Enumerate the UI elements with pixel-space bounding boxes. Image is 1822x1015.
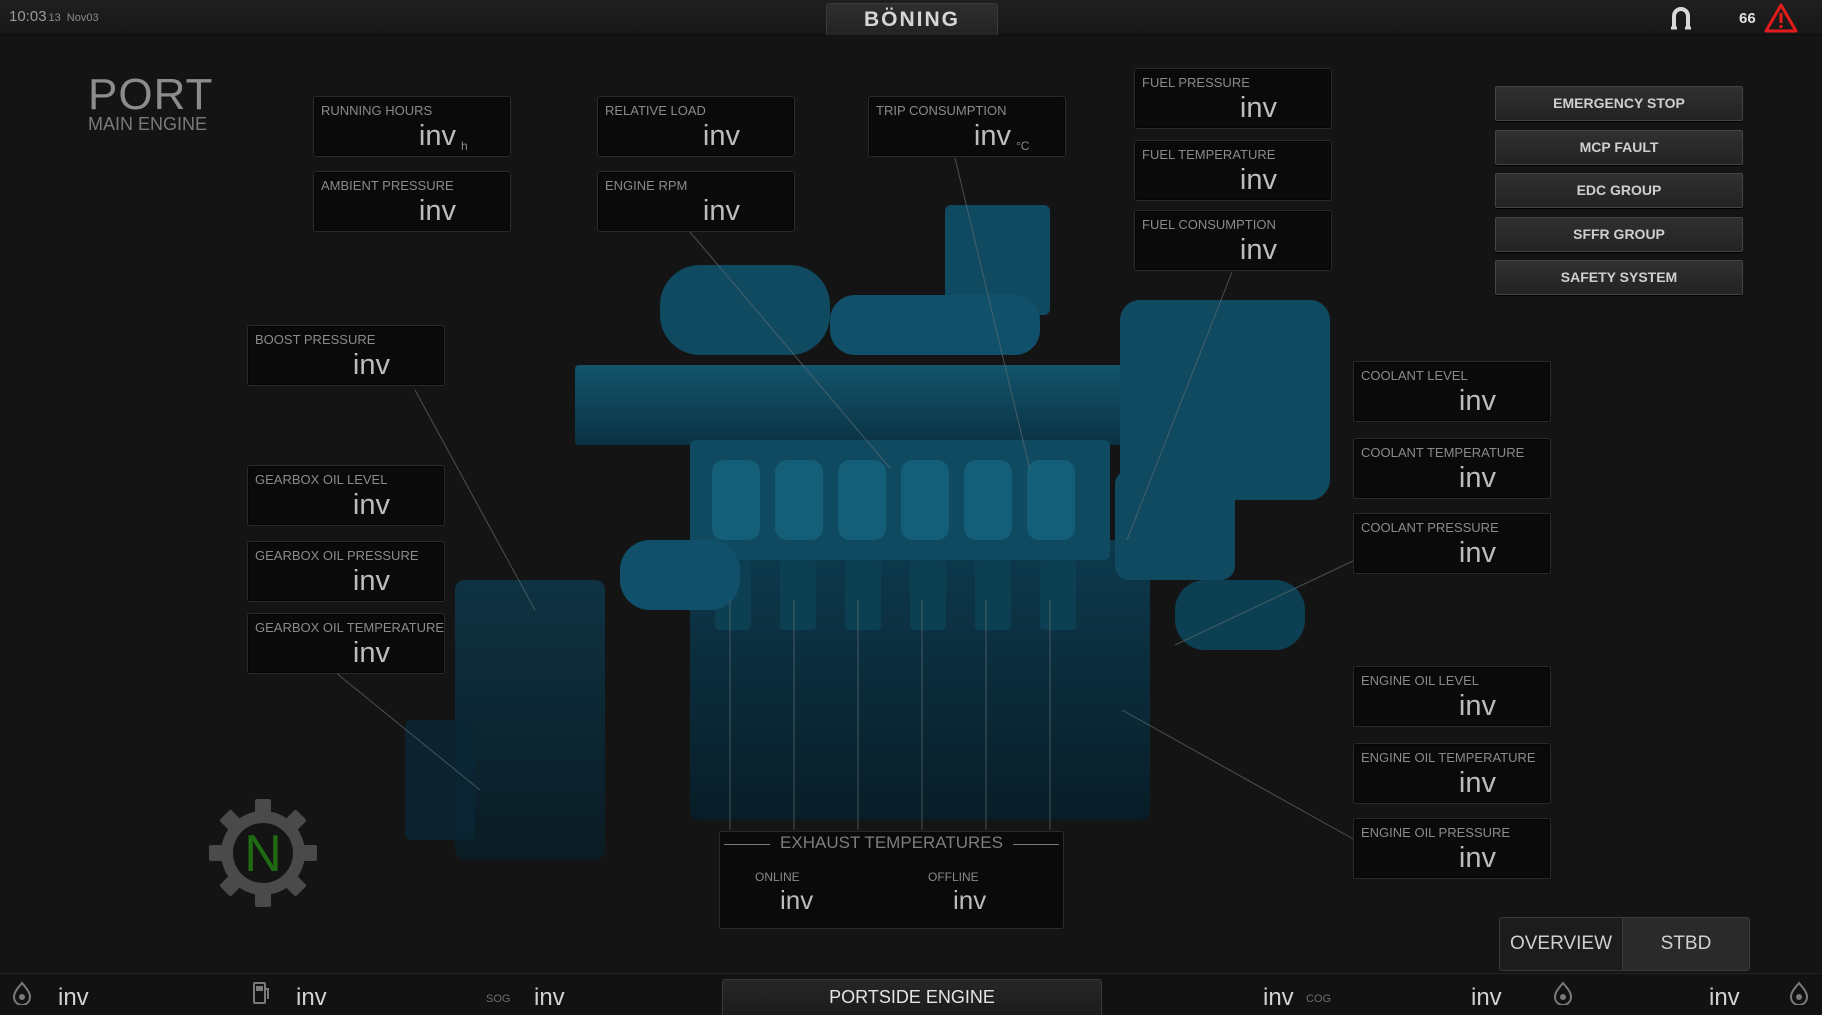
panel-label: GEARBOX OIL LEVEL [255,472,388,487]
gear-value: N [244,825,282,883]
panel-value: inv [352,565,390,597]
gear-icon: N [209,799,317,907]
engine-icon [1552,981,1574,1010]
panel-label: TRIP CONSUMPTION [876,103,1007,118]
panel-engine-oil-temperature: ENGINE OIL TEMPERATURE inv [1353,743,1551,804]
panel-value: inv [352,489,390,521]
view-tabs: OVERVIEW STBD [1499,917,1750,971]
bottom-status-bar: inv inv SOG inv PORTSIDE ENGINE inv COG … [0,973,1822,1015]
emergency-stop-button[interactable]: EMERGENCY STOP [1495,86,1743,121]
panel-relative-load: RELATIVE LOAD inv [597,96,795,157]
panel-gearbox-oil-temperature: GEARBOX OIL TEMPERATURE inv [247,613,445,674]
panel-value: inv [1458,462,1496,494]
panel-gearbox-oil-level: GEARBOX OIL LEVEL inv [247,465,445,526]
panel-value: inv [973,120,1011,152]
panel-label: RELATIVE LOAD [605,103,706,118]
panel-value: inv [1458,767,1496,799]
panel-label: COOLANT LEVEL [1361,368,1468,383]
gear-indicator: N [207,797,319,914]
status-value-6: inv [1709,984,1740,1011]
panel-trip-consumption: TRIP CONSUMPTION inv °C [868,96,1066,157]
panel-value: inv [1458,690,1496,722]
cog-value: inv [1263,984,1294,1011]
sog-label: SOG [486,993,511,1005]
panel-value: inv [1239,164,1277,196]
panel-value: inv [702,195,740,227]
panel-unit: °C [1016,139,1030,153]
edc-group-button[interactable]: EDC GROUP [1495,173,1743,208]
panel-coolant-level: COOLANT LEVEL inv [1353,361,1551,422]
panel-value: inv [1458,842,1496,874]
panel-coolant-temperature: COOLANT TEMPERATURE inv [1353,438,1551,499]
panel-label: RUNNING HOURS [321,103,433,118]
exhaust-title: EXHAUST TEMPERATURES [780,833,1003,852]
cog-label: COG [1306,993,1332,1005]
safety-system-button[interactable]: SAFETY SYSTEM [1495,260,1743,295]
tab-overview[interactable]: OVERVIEW [1500,918,1623,970]
exhaust-online-value: inv [780,885,814,915]
status-value-1: inv [58,984,89,1011]
panel-running-hours: RUNNING HOURS inv h [313,96,511,157]
panel-value: inv [1239,234,1277,266]
fuel-pump-icon [252,981,270,1010]
status-value-5: inv [1471,984,1502,1011]
tab-stbd[interactable]: STBD [1623,918,1749,970]
panel-engine-rpm: ENGINE RPM inv [597,171,795,232]
panel-ambient-pressure: AMBIENT PRESSURE inv [313,171,511,232]
panel-fuel-temperature: FUEL TEMPERATURE inv [1134,140,1332,201]
panel-label: BOOST PRESSURE [255,332,376,347]
panel-unit: h [461,139,468,153]
panel-value: inv [418,120,456,152]
engine-icon [1788,981,1810,1010]
exhaust-temperatures-panel: EXHAUST TEMPERATURES ONLINE inv OFFLINE … [719,831,1064,929]
panel-value: inv [1458,385,1496,417]
panel-label: GEARBOX OIL PRESSURE [255,548,419,563]
exhaust-offline-label: OFFLINE [928,870,979,884]
panel-label: FUEL CONSUMPTION [1142,217,1276,232]
panel-label: FUEL PRESSURE [1142,75,1250,90]
panel-label: COOLANT PRESSURE [1361,520,1499,535]
panel-engine-oil-level: ENGINE OIL LEVEL inv [1353,666,1551,727]
exhaust-offline-value: inv [953,885,987,915]
panel-label: GEARBOX OIL TEMPERATURE [255,620,445,635]
page-subtitle: MAIN ENGINE [88,114,208,134]
panel-value: inv [1239,92,1277,124]
panel-value: inv [352,637,390,669]
panel-boost-pressure: BOOST PRESSURE inv [247,325,445,386]
panel-label: AMBIENT PRESSURE [321,178,454,193]
panel-fuel-consumption: FUEL CONSUMPTION inv [1134,210,1332,271]
panel-gearbox-oil-pressure: GEARBOX OIL PRESSURE inv [247,541,445,602]
panel-label: ENGINE OIL TEMPERATURE [1361,750,1536,765]
panel-label: COOLANT TEMPERATURE [1361,445,1525,460]
panel-value: inv [702,120,740,152]
panel-label: ENGINE RPM [605,178,688,193]
sog-value: inv [534,984,565,1011]
page-title: PORT [88,70,214,119]
panel-label: ENGINE OIL PRESSURE [1361,825,1511,840]
sffr-group-button[interactable]: SFFR GROUP [1495,217,1743,252]
panel-value: inv [418,195,456,227]
status-value-2: inv [296,984,327,1011]
panel-label: FUEL TEMPERATURE [1142,147,1276,162]
panel-value: inv [352,349,390,381]
panel-fuel-pressure: FUEL PRESSURE inv [1134,68,1332,129]
mcp-fault-button[interactable]: MCP FAULT [1495,130,1743,165]
exhaust-online-label: ONLINE [755,870,800,884]
exhaust-title-rule-right [1013,844,1059,845]
panel-value: inv [1458,537,1496,569]
panel-label: ENGINE OIL LEVEL [1361,673,1480,688]
panel-coolant-pressure: COOLANT PRESSURE inv [1353,513,1551,574]
portside-engine-label[interactable]: PORTSIDE ENGINE [722,979,1102,1015]
panel-engine-oil-pressure: ENGINE OIL PRESSURE inv [1353,818,1551,879]
engine-icon [11,981,33,1010]
